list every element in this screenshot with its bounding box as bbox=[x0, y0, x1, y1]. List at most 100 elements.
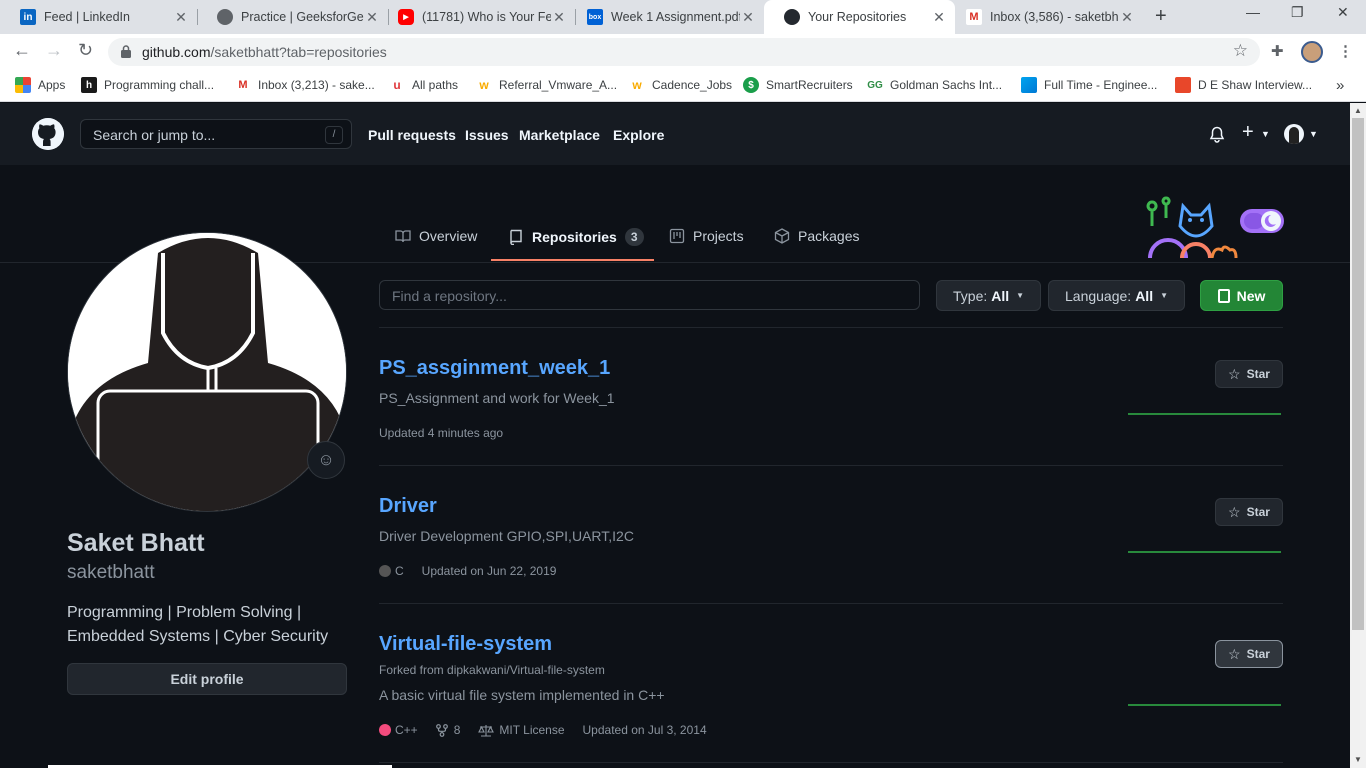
create-new-plus-icon[interactable]: + bbox=[1242, 121, 1254, 144]
star-icon: ☆ bbox=[1228, 365, 1241, 382]
fork-icon bbox=[435, 723, 448, 737]
forward-icon[interactable]: → bbox=[45, 40, 63, 61]
new-tab-button[interactable]: + bbox=[1155, 5, 1167, 28]
browser-tab-gmail[interactable]: M Inbox (3,586) - saketbhatt ✕ bbox=[946, 0, 1143, 34]
browser-profile-avatar[interactable] bbox=[1301, 41, 1323, 63]
active-tab-underline bbox=[491, 259, 654, 261]
close-icon[interactable]: ✕ bbox=[1119, 9, 1135, 26]
language-filter-dropdown[interactable]: Language: All ▼ bbox=[1048, 280, 1185, 311]
close-icon[interactable]: ✕ bbox=[551, 9, 567, 26]
close-icon[interactable]: ✕ bbox=[173, 9, 189, 26]
repo-description: Driver Development GPIO,SPI,UART,I2C bbox=[379, 528, 634, 544]
star-button[interactable]: ☆ Star bbox=[1215, 498, 1283, 526]
bookmark-programming-challenges[interactable]: h Programming chall... bbox=[81, 77, 214, 93]
scrollbar-thumb[interactable] bbox=[1352, 118, 1364, 630]
activity-sparkline bbox=[1128, 551, 1281, 553]
repo-name-link[interactable]: Driver bbox=[379, 495, 437, 518]
globe-icon bbox=[217, 9, 233, 25]
notification-bell-icon[interactable] bbox=[1209, 126, 1225, 143]
bookmark-goldman-sachs[interactable]: GG Goldman Sachs Int... bbox=[867, 77, 1002, 93]
bookmark-apps[interactable]: Apps bbox=[15, 77, 65, 93]
tab-overview[interactable]: Overview bbox=[395, 228, 477, 244]
reload-icon[interactable]: ↻ bbox=[78, 40, 93, 61]
list-divider bbox=[379, 465, 1283, 466]
bookmark-full-time-engineer[interactable]: Full Time - Enginee... bbox=[1021, 77, 1157, 93]
repositories-count-badge: 3 bbox=[624, 228, 644, 246]
repo-meta: Updated 4 minutes ago bbox=[379, 426, 503, 440]
repo-icon bbox=[1217, 288, 1230, 303]
linkedin-icon: in bbox=[20, 9, 36, 25]
scroll-up-arrow-icon[interactable]: ▲ bbox=[1354, 106, 1362, 115]
bookmark-cadence-jobs[interactable]: w Cadence_Jobs bbox=[629, 77, 732, 93]
gfg-icon: GG bbox=[867, 77, 883, 93]
nav-marketplace[interactable]: Marketplace bbox=[519, 127, 600, 143]
scroll-down-arrow-icon[interactable]: ▼ bbox=[1354, 755, 1362, 764]
back-icon[interactable]: ← bbox=[13, 40, 31, 61]
deshaw-icon bbox=[1175, 77, 1191, 93]
profile-avatar[interactable] bbox=[67, 232, 347, 512]
url-text: github.com/saketbhatt?tab=repositories bbox=[142, 44, 387, 60]
tab-packages[interactable]: Packages bbox=[774, 228, 859, 244]
repo-description: PS_Assignment and work for Week_1 bbox=[379, 390, 615, 406]
repo-icon bbox=[510, 229, 522, 245]
sheet-icon: w bbox=[629, 77, 645, 93]
forked-from-text[interactable]: Forked from dipkakwani/Virtual-file-syst… bbox=[379, 663, 605, 677]
tab-repositories[interactable]: Repositories 3 bbox=[508, 228, 644, 246]
mona-cat-illustration bbox=[1146, 196, 1284, 258]
bookmarks-overflow-button[interactable]: » bbox=[1336, 77, 1344, 94]
language-color-dot bbox=[379, 724, 391, 736]
star-button[interactable]: ☆ Star bbox=[1215, 640, 1283, 668]
star-button[interactable]: ☆ Star bbox=[1215, 360, 1283, 388]
edit-profile-button[interactable]: Edit profile bbox=[67, 663, 347, 695]
minimize-icon[interactable]: — bbox=[1246, 4, 1260, 20]
bookmark-referral-vmware[interactable]: w Referral_Vmware_A... bbox=[476, 77, 617, 93]
github-logo-icon[interactable] bbox=[32, 118, 64, 150]
close-icon[interactable]: ✕ bbox=[740, 9, 756, 26]
nav-explore[interactable]: Explore bbox=[613, 127, 664, 143]
bookmark-de-shaw[interactable]: D E Shaw Interview... bbox=[1175, 77, 1312, 93]
maximize-icon[interactable]: ❐ bbox=[1291, 4, 1304, 21]
browser-tab-box[interactable]: box Week 1 Assignment.pdf ✕ bbox=[567, 0, 764, 34]
udacity-icon: u bbox=[389, 77, 405, 93]
close-icon[interactable]: ✕ bbox=[931, 9, 947, 26]
bookmark-all-paths[interactable]: u All paths bbox=[389, 77, 458, 93]
repo-name-link[interactable]: Virtual-file-system bbox=[379, 633, 552, 656]
github-header: Search or jump to... / Pull requests Iss… bbox=[0, 103, 1350, 165]
browser-tab-github[interactable]: Your Repositories ✕ bbox=[764, 0, 955, 34]
set-status-smiley-icon[interactable]: ☺ bbox=[307, 441, 345, 479]
star-icon: ☆ bbox=[1228, 503, 1241, 520]
github-search-input[interactable]: Search or jump to... / bbox=[80, 119, 352, 149]
tab-projects[interactable]: Projects bbox=[669, 228, 744, 244]
youtube-icon: ▶ bbox=[398, 9, 414, 25]
book-open-icon bbox=[395, 230, 411, 243]
bookmarks-bar: Apps h Programming chall... M Inbox (3,2… bbox=[0, 70, 1366, 102]
apps-grid-icon bbox=[15, 77, 31, 93]
browser-tab-linkedin[interactable]: in Feed | LinkedIn ✕ bbox=[0, 0, 197, 34]
address-bar[interactable]: github.com/saketbhatt?tab=repositories ☆ bbox=[108, 38, 1260, 66]
new-repository-button[interactable]: New bbox=[1200, 280, 1283, 311]
forks-count-link[interactable]: 8 bbox=[435, 723, 460, 737]
chevron-down-icon[interactable]: ▼ bbox=[1261, 129, 1270, 139]
hackerrank-icon: h bbox=[81, 77, 97, 93]
hoodie-avatar-image bbox=[68, 233, 346, 511]
nav-pull-requests[interactable]: Pull requests bbox=[368, 127, 456, 143]
chevron-down-icon[interactable]: ▼ bbox=[1309, 129, 1318, 139]
bookmark-smartrecruiters[interactable]: $ SmartRecruiters bbox=[743, 77, 853, 93]
window-close-icon[interactable]: ✕ bbox=[1337, 4, 1349, 21]
bookmark-star-icon[interactable]: ☆ bbox=[1233, 41, 1248, 61]
user-avatar-menu[interactable] bbox=[1284, 124, 1304, 144]
profile-bio: Programming | Problem Solving | Embedded… bbox=[67, 604, 329, 645]
package-icon bbox=[774, 228, 790, 244]
menu-kebab-icon[interactable]: ⋮ bbox=[1338, 42, 1353, 60]
repo-meta: C Updated on Jun 22, 2019 bbox=[379, 564, 556, 578]
find-repository-input[interactable]: Find a repository... bbox=[379, 280, 920, 310]
extensions-puzzle-icon[interactable]: ✚ bbox=[1271, 42, 1284, 60]
activity-sparkline bbox=[1128, 413, 1281, 415]
browser-tab-geeksforgeeks[interactable]: Practice | GeeksforGeeks ✕ bbox=[197, 0, 388, 34]
repo-name-link[interactable]: PS_assginment_week_1 bbox=[379, 357, 610, 380]
browser-toolbar: ← → ↻ github.com/saketbhatt?tab=reposito… bbox=[0, 34, 1366, 70]
nav-issues[interactable]: Issues bbox=[465, 127, 509, 143]
browser-tab-youtube[interactable]: ▶ (11781) Who is Your Fe ✕ bbox=[378, 0, 575, 34]
type-filter-dropdown[interactable]: Type: All ▼ bbox=[936, 280, 1042, 311]
bookmark-inbox[interactable]: M Inbox (3,213) - sake... bbox=[235, 77, 375, 93]
